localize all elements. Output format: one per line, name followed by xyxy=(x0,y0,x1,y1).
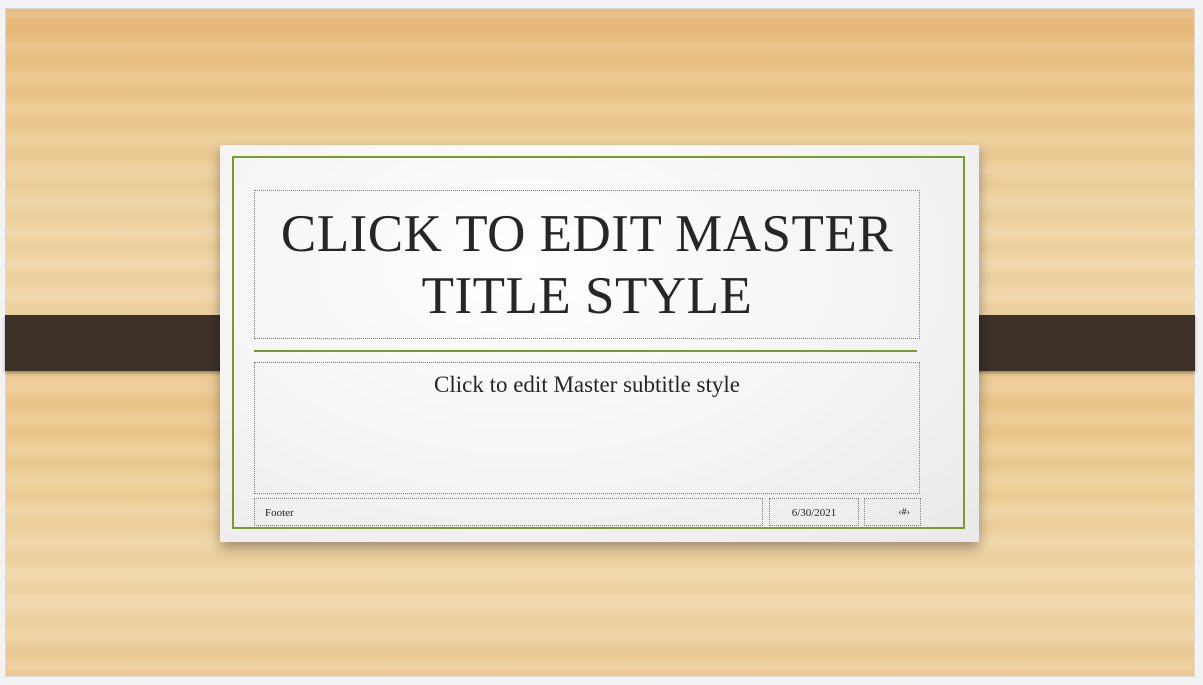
footer-placeholder[interactable]: Footer xyxy=(254,498,763,526)
slide-number-text: ‹#› xyxy=(898,507,910,518)
title-placeholder[interactable]: CLICK TO EDIT MASTER TITLE STYLE xyxy=(254,190,920,339)
title-card: CLICK TO EDIT MASTER TITLE STYLE Click t… xyxy=(220,145,979,542)
date-placeholder[interactable]: 6/30/2021 xyxy=(769,498,859,526)
footer-text: Footer xyxy=(265,507,294,519)
subtitle-text: Click to edit Master subtitle style xyxy=(434,372,740,397)
date-text: 6/30/2021 xyxy=(791,507,837,519)
left-strap xyxy=(5,315,248,371)
slide-canvas[interactable]: CLICK TO EDIT MASTER TITLE STYLE Click t… xyxy=(5,8,1195,677)
subtitle-placeholder[interactable]: Click to edit Master subtitle style xyxy=(254,362,920,494)
right-strap xyxy=(953,315,1195,371)
title-text: CLICK TO EDIT MASTER TITLE STYLE xyxy=(280,204,894,325)
title-divider xyxy=(254,350,917,352)
slide-number-placeholder[interactable]: ‹#› xyxy=(864,498,921,526)
